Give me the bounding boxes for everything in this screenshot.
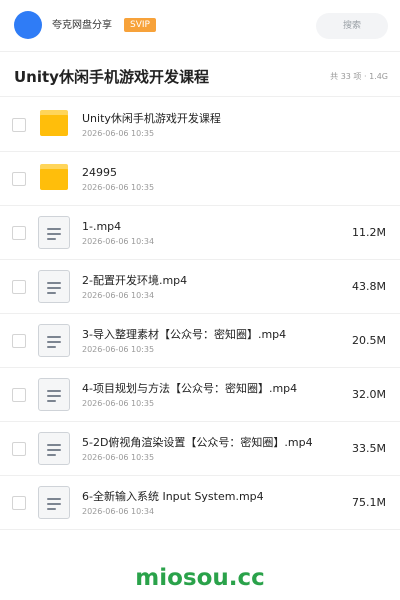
item-name[interactable]: Unity休闲手机游戏开发课程	[82, 112, 221, 126]
list-item[interactable]: 24995 2026-06-06 10:35	[0, 152, 400, 206]
select-checkbox[interactable]	[12, 496, 26, 510]
item-name[interactable]: 6-全新输入系统 Input System.mp4	[82, 490, 264, 504]
list-item[interactable]: 2-配置开发环境.mp4 2026-06-06 10:34 43.8M	[0, 260, 400, 314]
item-time: 2026-06-06 10:35	[82, 129, 155, 138]
video-file-icon	[38, 378, 70, 412]
sharer-name: 夸克网盘分享	[52, 20, 112, 31]
item-size: 43.8M	[352, 280, 386, 293]
item-time: 2026-06-06 10:34	[82, 507, 155, 516]
page-title: Unity休闲手机游戏开发课程	[14, 68, 209, 86]
item-size: 75.1M	[352, 496, 386, 509]
list-item[interactable]: 1-.mp4 2026-06-06 10:34 11.2M	[0, 206, 400, 260]
list-item[interactable]: 3-导入整理素材【公众号：密知圈】.mp4 2026-06-06 10:35 2…	[0, 314, 400, 368]
file-list: Unity休闲手机游戏开发课程 2026-06-06 10:35 24995 2…	[0, 98, 400, 530]
video-file-icon	[38, 432, 70, 466]
list-item[interactable]: 4-项目规划与方法【公众号：密知圈】.mp4 2026-06-06 10:35 …	[0, 368, 400, 422]
video-file-icon	[38, 216, 70, 250]
list-item[interactable]: 5-2D俯视角渲染设置【公众号：密知圈】.mp4 2026-06-06 10:3…	[0, 422, 400, 476]
select-checkbox[interactable]	[12, 172, 26, 186]
item-time: 2026-06-06 10:35	[82, 183, 155, 192]
item-size: 32.0M	[352, 388, 386, 401]
item-name[interactable]: 4-项目规划与方法【公众号：密知圈】.mp4	[82, 382, 297, 396]
folder-icon	[38, 162, 70, 196]
select-checkbox[interactable]	[12, 442, 26, 456]
top-bar: 夸克网盘分享 SVIP 搜索	[0, 0, 400, 52]
item-time: 2026-06-06 10:35	[82, 453, 155, 462]
video-file-icon	[38, 486, 70, 520]
video-file-icon	[38, 270, 70, 304]
item-name[interactable]: 1-.mp4	[82, 220, 121, 234]
watermark-text: miosou.cc	[135, 565, 265, 591]
search-button[interactable]: 搜索	[316, 13, 388, 39]
item-time: 2026-06-06 10:34	[82, 291, 155, 300]
select-checkbox[interactable]	[12, 388, 26, 402]
list-item[interactable]: Unity休闲手机游戏开发课程 2026-06-06 10:35	[0, 98, 400, 152]
item-name[interactable]: 5-2D俯视角渲染设置【公众号：密知圈】.mp4	[82, 436, 313, 450]
avatar[interactable]	[14, 11, 42, 39]
svip-badge: SVIP	[124, 18, 156, 32]
folder-icon	[38, 108, 70, 142]
item-name[interactable]: 3-导入整理素材【公众号：密知圈】.mp4	[82, 328, 286, 342]
item-time: 2026-06-06 10:34	[82, 237, 155, 246]
item-time: 2026-06-06 10:35	[82, 399, 155, 408]
item-size: 33.5M	[352, 442, 386, 455]
item-name[interactable]: 24995	[82, 166, 117, 180]
item-size: 11.2M	[352, 226, 386, 239]
select-checkbox[interactable]	[12, 334, 26, 348]
select-checkbox[interactable]	[12, 118, 26, 132]
select-checkbox[interactable]	[12, 226, 26, 240]
select-checkbox[interactable]	[12, 280, 26, 294]
folder-header: Unity休闲手机游戏开发课程 共 33 项 · 1.4G	[0, 53, 400, 97]
item-time: 2026-06-06 10:35	[82, 345, 155, 354]
item-size: 20.5M	[352, 334, 386, 347]
list-item[interactable]: 6-全新输入系统 Input System.mp4 2026-06-06 10:…	[0, 476, 400, 530]
item-name[interactable]: 2-配置开发环境.mp4	[82, 274, 187, 288]
folder-summary: 共 33 项 · 1.4G	[330, 72, 388, 81]
video-file-icon	[38, 324, 70, 358]
